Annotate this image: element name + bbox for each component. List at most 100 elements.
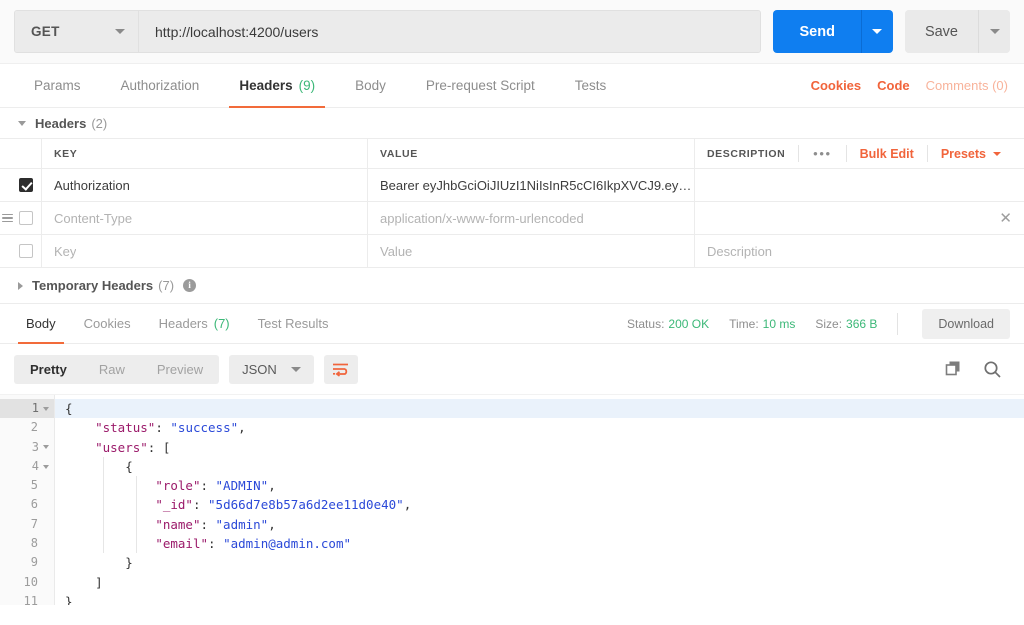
- copy-icon[interactable]: [945, 360, 963, 378]
- save-group: Save: [905, 10, 1010, 53]
- header-description-cell[interactable]: [695, 169, 1024, 201]
- code-token: }: [65, 594, 73, 605]
- response-tab-test-results[interactable]: Test Results: [244, 304, 343, 343]
- code-line: }: [55, 592, 1024, 605]
- table-row[interactable]: KeyValueDescription: [0, 235, 1024, 268]
- code-token: ,: [268, 478, 276, 493]
- table-row[interactable]: AuthorizationBearer eyJhbGciOiJIUzI1NiIs…: [0, 169, 1024, 202]
- code-token: ,: [238, 420, 246, 435]
- request-bar: GET Send Save: [0, 0, 1024, 64]
- download-button[interactable]: Download: [922, 309, 1010, 339]
- table-row[interactable]: Content-Typeapplication/x-www-form-urlen…: [0, 202, 1024, 235]
- column-description-label: DESCRIPTION: [707, 148, 785, 160]
- request-tab-label: Pre-request Script: [426, 78, 535, 93]
- drag-handle-icon[interactable]: [2, 214, 13, 223]
- delete-row-icon[interactable]: ✕: [999, 211, 1014, 226]
- response-tab-headers[interactable]: Headers(7): [145, 304, 244, 343]
- fold-toggle-icon[interactable]: [43, 407, 49, 411]
- code-token: [65, 420, 95, 435]
- link-comments-0[interactable]: Comments (0): [926, 78, 1008, 93]
- request-tab-params[interactable]: Params: [14, 64, 101, 107]
- divider: [897, 313, 898, 335]
- meta-label: Size:: [815, 317, 842, 331]
- more-options-icon[interactable]: •••: [798, 145, 845, 162]
- request-tab-pre-request-script[interactable]: Pre-request Script: [406, 64, 555, 107]
- line-number: 3: [0, 438, 54, 457]
- row-checkbox[interactable]: [19, 244, 33, 258]
- request-tab-authorization[interactable]: Authorization: [101, 64, 220, 107]
- header-description-cell[interactable]: ✕: [695, 202, 1024, 234]
- save-options-button[interactable]: [978, 10, 1010, 53]
- header-key-cell[interactable]: Content-Type: [42, 202, 368, 234]
- wrap-lines-icon[interactable]: [324, 355, 358, 384]
- header-description-cell[interactable]: Description: [695, 235, 1024, 267]
- header-key-cell[interactable]: Key: [42, 235, 368, 267]
- presets-button[interactable]: Presets: [927, 145, 1014, 162]
- bulk-edit-button[interactable]: Bulk Edit: [846, 145, 927, 162]
- row-checkbox[interactable]: [19, 178, 33, 192]
- header-key-cell[interactable]: Authorization: [42, 169, 368, 201]
- save-button[interactable]: Save: [905, 10, 978, 53]
- url-input[interactable]: [139, 11, 760, 52]
- method-select[interactable]: GET: [15, 11, 139, 52]
- response-body-code[interactable]: { "status": "success", "users": [ { "rol…: [55, 395, 1024, 605]
- fold-toggle-icon[interactable]: [43, 465, 49, 469]
- column-key-label: KEY: [54, 148, 77, 160]
- indent-guide: [103, 457, 104, 553]
- header-value-cell[interactable]: Value: [368, 235, 695, 267]
- info-icon[interactable]: i: [183, 279, 196, 292]
- headers-section-title: Headers: [35, 116, 86, 131]
- code-token: "role": [155, 478, 200, 493]
- temporary-headers-count: (7): [158, 278, 174, 293]
- fold-toggle-icon[interactable]: [43, 445, 49, 449]
- chevron-down-icon: [872, 29, 882, 34]
- request-tab-tests[interactable]: Tests: [555, 64, 627, 107]
- row-checkbox[interactable]: [19, 211, 33, 225]
- view-mode-raw[interactable]: Raw: [83, 355, 141, 384]
- link-code[interactable]: Code: [877, 78, 910, 93]
- search-icon[interactable]: [983, 360, 1002, 379]
- meta-value: 10 ms: [763, 317, 796, 331]
- code-token: :: [208, 536, 223, 551]
- format-select[interactable]: JSON: [229, 355, 314, 384]
- send-options-button[interactable]: [861, 10, 893, 53]
- request-tab-body[interactable]: Body: [335, 64, 406, 107]
- column-value: VALUE: [368, 139, 695, 168]
- presets-label: Presets: [941, 147, 986, 161]
- view-mode-preview[interactable]: Preview: [141, 355, 219, 384]
- line-number-text: 10: [24, 573, 38, 592]
- request-tab-label: Body: [355, 78, 386, 93]
- code-line: "_id": "5d66d7e8b57a6d2ee11d0e40",: [55, 495, 1024, 514]
- headers-collapse-toggle[interactable]: Headers (2): [0, 108, 1024, 138]
- code-token: [65, 517, 155, 532]
- code-line: "users": [: [55, 438, 1024, 457]
- response-body-viewer[interactable]: 1234567891011 { "status": "success", "us…: [0, 394, 1024, 605]
- code-token: ,: [404, 497, 412, 512]
- header-value-cell[interactable]: application/x-www-form-urlencoded: [368, 202, 695, 234]
- response-tab-label: Body: [26, 316, 56, 331]
- response-tab-label: Cookies: [84, 316, 131, 331]
- view-mode-pretty[interactable]: Pretty: [14, 355, 83, 384]
- link-cookies[interactable]: Cookies: [811, 78, 862, 93]
- line-number: 7: [0, 515, 54, 534]
- triangle-right-icon: [18, 282, 23, 290]
- code-token: :: [193, 497, 208, 512]
- status-badge: Status:200 OK: [627, 317, 709, 331]
- code-token: "5d66d7e8b57a6d2ee11d0e40": [208, 497, 404, 512]
- line-number: 11: [0, 592, 54, 605]
- send-button[interactable]: Send: [773, 10, 860, 53]
- row-controls: [0, 169, 42, 201]
- response-tab-cookies[interactable]: Cookies: [70, 304, 145, 343]
- code-token: "admin": [216, 517, 269, 532]
- line-number-text: 9: [31, 553, 38, 572]
- code-token: "status": [95, 420, 155, 435]
- code-line: "status": "success",: [55, 418, 1024, 437]
- request-tab-headers[interactable]: Headers(9): [219, 64, 335, 107]
- table-header-row: KEY VALUE DESCRIPTION ••• Bulk Edit Pres…: [0, 139, 1024, 169]
- code-line: "email": "admin@admin.com": [55, 534, 1024, 553]
- header-value-cell[interactable]: Bearer eyJhbGciOiJIUzI1NiIsInR5cCI6IkpXV…: [368, 169, 695, 201]
- temporary-headers-toggle[interactable]: Temporary Headers (7) i: [0, 268, 1024, 304]
- response-tab-body[interactable]: Body: [12, 304, 70, 343]
- response-tab-label: Test Results: [258, 316, 329, 331]
- request-tab-count: (9): [299, 78, 316, 93]
